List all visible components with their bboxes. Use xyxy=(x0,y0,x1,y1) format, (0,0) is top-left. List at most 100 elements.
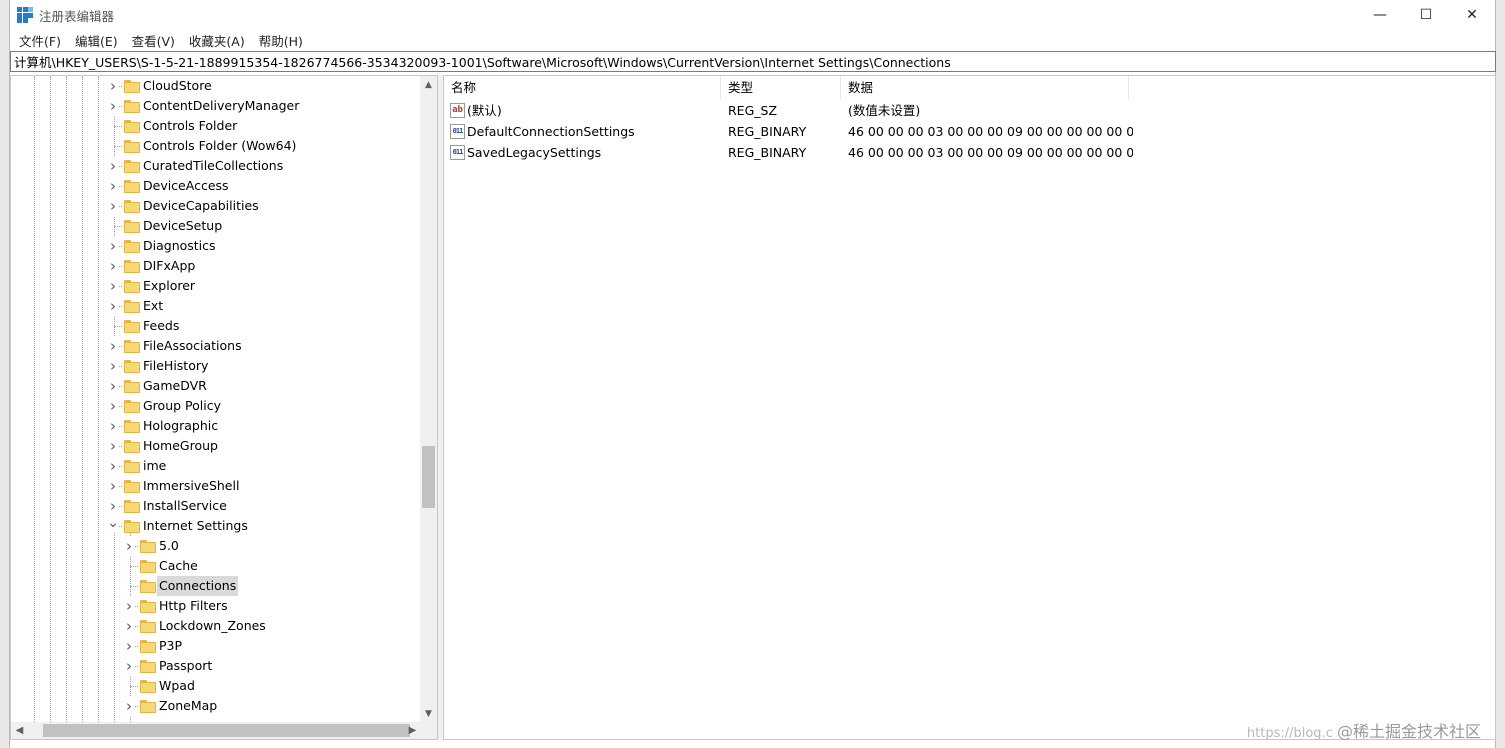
column-header-data[interactable]: 数据 xyxy=(841,76,1129,99)
value-list-pane[interactable]: 名称 类型 数据 ab (默认) REG_SZ (数值未设置) 011 DefaultCo… xyxy=(443,75,1496,740)
tree-item-label: Group Policy xyxy=(143,398,221,413)
chevron-down-icon[interactable]: ⌄ xyxy=(107,513,119,533)
chevron-right-icon[interactable]: › xyxy=(107,356,119,376)
tree-item[interactable]: › FileAssociations xyxy=(11,336,421,356)
tree-horizontal-scroll-thumb[interactable] xyxy=(43,724,410,737)
tree-item[interactable]: › Group Policy xyxy=(11,396,421,416)
address-path[interactable]: 计算机\HKEY_USERS\S-1-5-21-1889915354-18267… xyxy=(14,52,951,71)
chevron-right-icon[interactable]: › xyxy=(107,236,119,256)
value-type: REG_SZ xyxy=(728,103,778,118)
tree-item[interactable]: › DIFxApp xyxy=(11,256,421,276)
folder-icon xyxy=(140,700,156,713)
chevron-right-icon[interactable]: › xyxy=(107,196,119,216)
value-row[interactable]: 011 DefaultConnectionSettings REG_BINARY 46… xyxy=(444,121,1495,142)
tree-item[interactable]: › Lockdown_Zones xyxy=(11,616,421,636)
tree-item-label: Feeds xyxy=(143,318,180,333)
chevron-right-icon[interactable]: › xyxy=(107,416,119,436)
chevron-right-icon[interactable]: › xyxy=(107,156,119,176)
tree-item[interactable]: ⌄ Internet Settings xyxy=(11,513,421,536)
tree-item[interactable]: Cache xyxy=(11,556,421,576)
tree-item[interactable]: DeviceSetup xyxy=(11,216,421,236)
chevron-right-icon[interactable]: › xyxy=(123,536,135,556)
address-bar[interactable]: 计算机\HKEY_USERS\S-1-5-21-1889915354-18267… xyxy=(10,51,1496,72)
column-header-type[interactable]: 类型 xyxy=(721,76,841,99)
chevron-right-icon[interactable]: › xyxy=(107,436,119,456)
tree-horizontal-scrollbar[interactable]: ◀ ▶ xyxy=(11,722,421,739)
chevron-right-icon[interactable]: › xyxy=(107,396,119,416)
chevron-right-icon[interactable]: › xyxy=(107,256,119,276)
maximize-button[interactable]: ☐ xyxy=(1403,0,1449,30)
tree-item[interactable]: › GameDVR xyxy=(11,376,421,396)
tree-item[interactable]: › Diagnostics xyxy=(11,236,421,256)
folder-icon xyxy=(140,620,156,633)
menu-bar: 文件(F) 编辑(E) 查看(V) 收藏夹(A) 帮助(H) xyxy=(10,30,1495,51)
tree-item[interactable]: › DeviceCapabilities xyxy=(11,196,421,216)
scroll-left-arrow-icon[interactable]: ◀ xyxy=(11,722,28,739)
chevron-right-icon[interactable]: › xyxy=(107,276,119,296)
tree-item[interactable]: › Explorer xyxy=(11,276,421,296)
tree-item[interactable]: › CuratedTileCollections xyxy=(11,156,421,176)
chevron-right-icon[interactable]: › xyxy=(107,456,119,476)
key-tree-pane[interactable]: › CloudStore › ContentDeliveryManager Contro… xyxy=(10,75,438,740)
chevron-right-icon[interactable]: › xyxy=(123,696,135,716)
title-bar[interactable]: 注册表编辑器 — ☐ ✕ xyxy=(10,0,1495,30)
tree-item[interactable]: Connections xyxy=(11,576,421,596)
tree-item-label: Holographic xyxy=(143,418,219,433)
chevron-right-icon[interactable]: › xyxy=(123,616,135,636)
tree-item-label: ZoneMap xyxy=(159,698,218,713)
menu-favorites[interactable]: 收藏夹(A) xyxy=(182,31,252,50)
column-header-name[interactable]: 名称 xyxy=(444,76,721,99)
scroll-down-arrow-icon[interactable]: ▼ xyxy=(420,705,437,722)
tree-item[interactable]: Feeds xyxy=(11,316,421,336)
tree-item[interactable]: › 5.0 xyxy=(11,536,421,556)
value-row[interactable]: ab (默认) REG_SZ (数值未设置) xyxy=(444,100,1495,121)
tree-item[interactable]: › Holographic xyxy=(11,416,421,436)
tree-item[interactable]: › InstallService xyxy=(11,496,421,516)
menu-help[interactable]: 帮助(H) xyxy=(252,31,310,50)
chevron-right-icon[interactable]: › xyxy=(123,656,135,676)
chevron-right-icon[interactable]: › xyxy=(107,296,119,316)
scroll-up-arrow-icon[interactable]: ▲ xyxy=(420,76,437,93)
tree-item[interactable]: › FileHistory xyxy=(11,356,421,376)
tree-item[interactable]: › HomeGroup xyxy=(11,436,421,456)
chevron-right-icon[interactable]: › xyxy=(107,476,119,496)
folder-icon xyxy=(124,420,140,433)
tree-item-label: CloudStore xyxy=(143,78,212,93)
tree-item[interactable]: Wpad xyxy=(11,676,421,696)
tree-item[interactable]: › Passport xyxy=(11,656,421,676)
minimize-button[interactable]: — xyxy=(1357,0,1403,30)
chevron-right-icon[interactable]: › xyxy=(107,336,119,356)
tree-item[interactable]: Controls Folder xyxy=(11,116,421,136)
close-button[interactable]: ✕ xyxy=(1449,0,1495,30)
tree-item[interactable]: › ime xyxy=(11,456,421,476)
tree-item[interactable]: › Ext xyxy=(11,296,421,316)
tree-vertical-scrollbar[interactable]: ▲ ▼ xyxy=(420,76,437,722)
tree-item-label: ContentDeliveryManager xyxy=(143,98,300,113)
folder-icon xyxy=(124,280,140,293)
chevron-right-icon[interactable]: › xyxy=(107,76,119,96)
menu-view[interactable]: 查看(V) xyxy=(125,31,182,50)
tree-item[interactable]: › CloudStore xyxy=(11,76,421,96)
chevron-right-icon[interactable]: › xyxy=(107,376,119,396)
tree-vertical-scroll-thumb[interactable] xyxy=(422,446,435,508)
scroll-right-arrow-icon[interactable]: ▶ xyxy=(404,722,421,739)
chevron-right-icon[interactable]: › xyxy=(107,176,119,196)
chevron-right-icon[interactable]: › xyxy=(107,96,119,116)
chevron-right-icon[interactable]: › xyxy=(123,596,135,616)
chevron-right-icon[interactable]: › xyxy=(123,636,135,656)
value-row[interactable]: 011 SavedLegacySettings REG_BINARY 46 00 00… xyxy=(444,142,1495,163)
menu-file[interactable]: 文件(F) xyxy=(12,31,68,50)
tree-item-label: DeviceSetup xyxy=(143,218,223,233)
tree-item[interactable]: › DeviceAccess xyxy=(11,176,421,196)
tree-item-label: CuratedTileCollections xyxy=(143,158,284,173)
tree-item-label: DeviceAccess xyxy=(143,178,229,193)
tree-item[interactable]: › ImmersiveShell xyxy=(11,476,421,496)
tree-item[interactable]: › Http Filters xyxy=(11,596,421,616)
folder-icon xyxy=(124,160,140,173)
tree-item[interactable]: › ZoneMap xyxy=(11,696,421,716)
tree-item[interactable]: › ContentDeliveryManager xyxy=(11,96,421,116)
folder-icon xyxy=(124,500,140,513)
tree-item[interactable]: Controls Folder (Wow64) xyxy=(11,136,421,156)
tree-item[interactable]: › P3P xyxy=(11,636,421,656)
menu-edit[interactable]: 编辑(E) xyxy=(68,31,125,50)
